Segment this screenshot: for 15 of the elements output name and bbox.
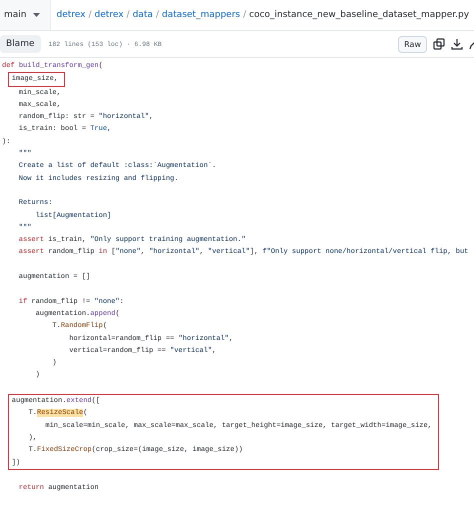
breadcrumb-link[interactable]: detrex: [94, 10, 124, 20]
copy-icon[interactable]: [433, 38, 445, 50]
branch-dropdown[interactable]: main: [0, 0, 50, 30]
blame-button[interactable]: Blame: [0, 35, 40, 53]
breadcrumb-link[interactable]: detrex: [56, 10, 86, 20]
breadcrumb-link[interactable]: data: [132, 10, 153, 20]
breadcrumb-separator: /: [243, 10, 246, 20]
raw-button[interactable]: Raw: [398, 36, 427, 52]
file-name: coco_instance_new_baseline_dataset_mapper.py: [249, 10, 470, 20]
breadcrumb-separator: /: [126, 10, 130, 20]
breadcrumb-separator: /: [156, 10, 159, 20]
breadcrumb-separator: /: [88, 10, 92, 20]
download-icon[interactable]: [451, 38, 463, 50]
caret-icon: [32, 13, 40, 17]
breadcrumb-link[interactable]: dataset_mappers: [162, 10, 240, 20]
